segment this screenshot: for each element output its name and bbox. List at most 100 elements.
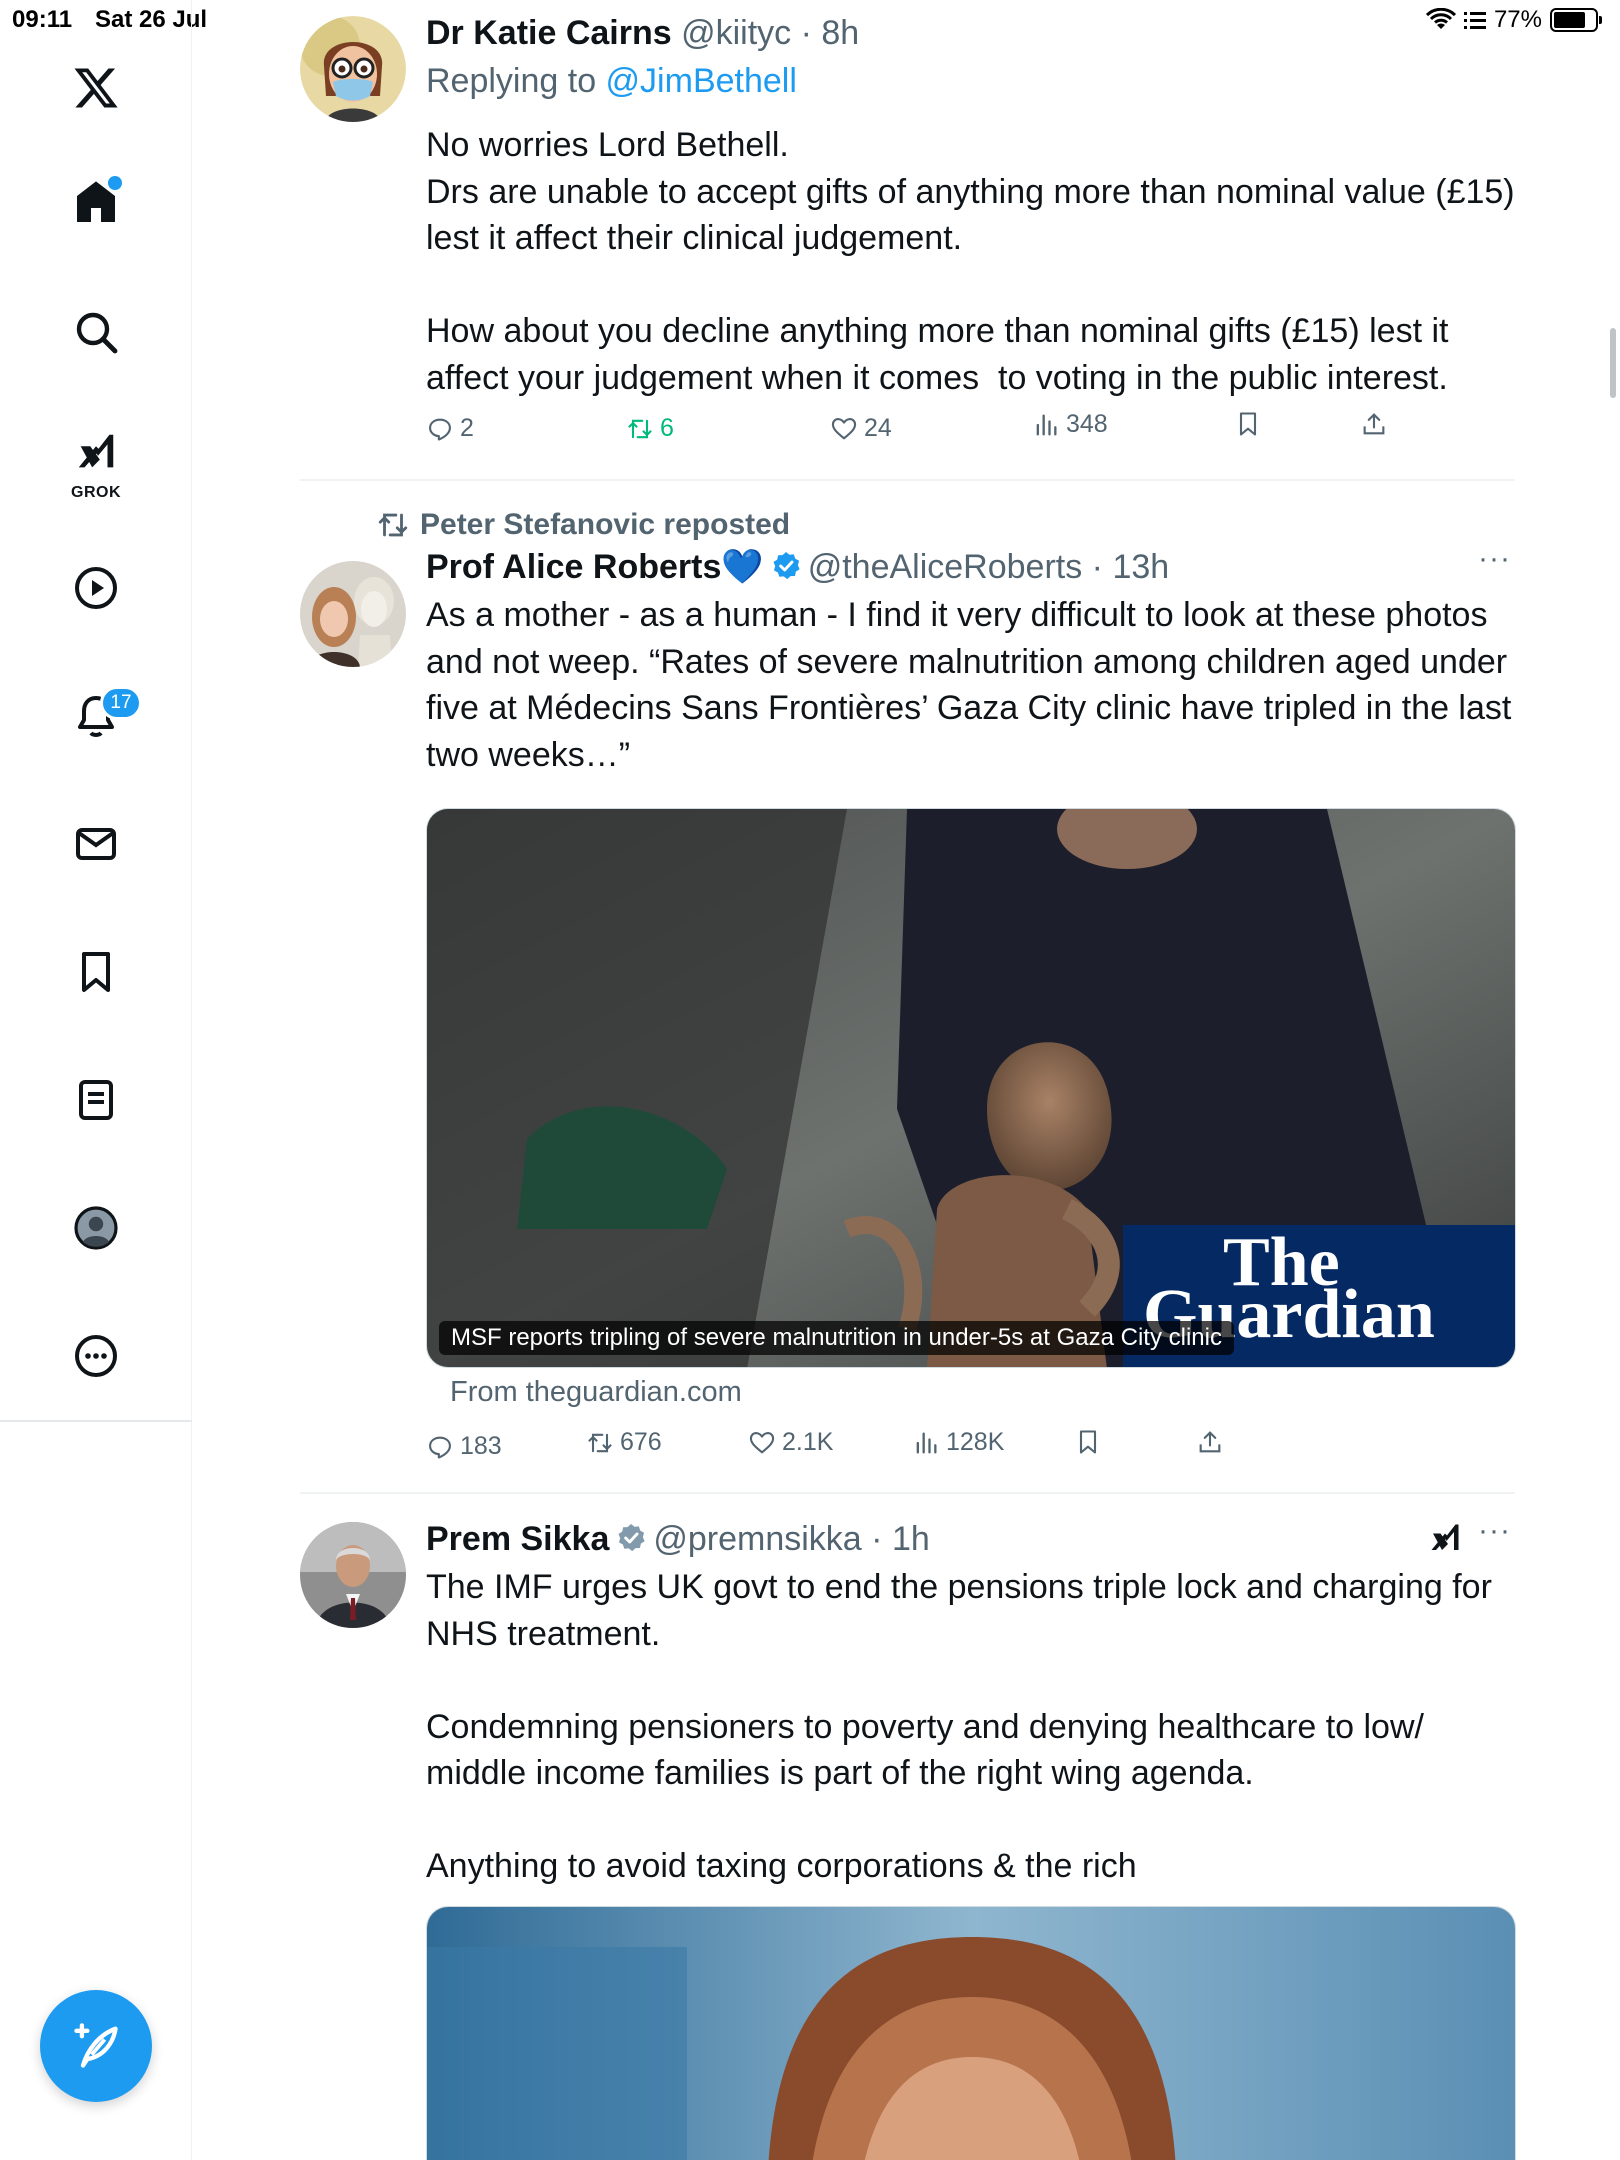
share-icon: [1199, 1431, 1221, 1453]
tweet-header: Prof Alice Roberts💙 @theAliceRoberts · 13…: [426, 548, 1170, 586]
compose-feather-icon: [74, 2023, 118, 2068]
tweet-time[interactable]: 13h: [1112, 548, 1169, 586]
views-icon: [1036, 414, 1057, 435]
retweet-icon: [588, 1433, 612, 1452]
scrollbar[interactable]: [1610, 328, 1616, 398]
share-button[interactable]: [1196, 1428, 1224, 1456]
reply-icon: [429, 418, 451, 441]
grok-icon[interactable]: [1427, 1520, 1463, 1556]
verified-badge-icon: [773, 552, 800, 580]
bookmark-icon: [82, 952, 110, 992]
tweet-time[interactable]: 8h: [821, 14, 859, 52]
sidebar-item-home[interactable]: [60, 166, 132, 238]
tweet-actions: 2 6 24 348: [426, 410, 1515, 454]
sidebar-item-more[interactable]: [60, 1320, 132, 1392]
reposted-by[interactable]: Peter Stefanovic reposted: [376, 508, 790, 542]
more-icon: [75, 1335, 117, 1377]
avatar[interactable]: [300, 16, 406, 122]
author-handle[interactable]: @theAliceRoberts: [808, 548, 1083, 586]
mail-icon: [76, 828, 116, 860]
home-unread-dot: [108, 176, 122, 190]
sidebar-item-profile[interactable]: [60, 1192, 132, 1264]
battery-level: [1554, 12, 1585, 28]
reply-button[interactable]: 2: [426, 414, 474, 443]
sidebar-item-messages[interactable]: [60, 808, 132, 880]
author-name[interactable]: Prof Alice Roberts💙: [426, 548, 764, 586]
sidebar: GROK 17: [0, 0, 192, 2160]
link-card[interactable]: The Guardian MSF reports tripling of sev…: [426, 808, 1516, 1368]
x-logo[interactable]: [60, 52, 132, 124]
memoji-avatar-image: [300, 16, 406, 122]
retweet-button[interactable]: 676: [586, 1428, 662, 1457]
search-icon: [76, 312, 118, 354]
tweet-photo: [427, 1907, 1515, 2160]
sidebar-item-notifications[interactable]: 17: [60, 680, 142, 752]
reply-count: 2: [460, 414, 474, 442]
sidebar-item-bookmarks[interactable]: [60, 936, 132, 1008]
retweet-button[interactable]: 6: [626, 414, 674, 443]
author-handle[interactable]: @premnsikka: [653, 1520, 861, 1558]
tweet-alice-roberts[interactable]: Prof Alice Roberts💙 @theAliceRoberts · 13…: [300, 542, 1516, 1476]
more-options-icon[interactable]: ···: [1478, 1514, 1511, 1548]
like-count: 24: [864, 414, 892, 442]
list-icon: [79, 1080, 113, 1120]
tweet-text: No worries Lord Bethell. Drs are unable …: [426, 126, 1515, 397]
views-icon: [916, 1432, 937, 1453]
avatar[interactable]: [300, 561, 406, 667]
tweet-time[interactable]: 1h: [892, 1520, 930, 1558]
sidebar-item-grok[interactable]: GROK: [60, 420, 132, 501]
reply-button[interactable]: 183: [426, 1432, 502, 1461]
reposted-by-label: Peter Stefanovic reposted: [420, 508, 791, 541]
profile-icon: [74, 1206, 118, 1250]
tweet-body: Dr Katie Cairns @kiityc · 8h Replying to…: [426, 10, 1515, 401]
heart-icon: [749, 1431, 775, 1453]
bookmark-button[interactable]: [1234, 410, 1262, 438]
tweet-body: Prof Alice Roberts💙 @theAliceRoberts · 13…: [426, 544, 1515, 778]
sidebar-item-search[interactable]: [60, 296, 132, 368]
tweet-prem-sikka[interactable]: Prem Sikka @premnsikka · 1h The IMF urges…: [300, 1514, 1516, 2160]
share-icon: [1363, 413, 1385, 435]
author-handle[interactable]: @kiityc: [681, 14, 791, 52]
heart-icon: [831, 417, 857, 439]
views-button[interactable]: 128K: [912, 1428, 1004, 1457]
sidebar-item-videos[interactable]: [60, 552, 132, 624]
verified-badge-icon: [618, 1524, 645, 1552]
tweet-text: As a mother - as a human - I find it ver…: [426, 596, 1521, 774]
like-button[interactable]: 24: [830, 414, 892, 443]
replying-to-link[interactable]: @JimBethell: [606, 62, 797, 100]
compose-button[interactable]: [40, 1990, 152, 2102]
notifications-badge: 17: [100, 686, 142, 720]
like-button[interactable]: 2.1K: [748, 1428, 833, 1457]
tweet-header: Dr Katie Cairns @kiityc · 8h: [426, 14, 860, 52]
avatar[interactable]: [300, 1522, 406, 1628]
tweet-actions: 183 676 2.1K 128K: [426, 1428, 1515, 1472]
grok-icon: [78, 434, 114, 468]
author-name[interactable]: Prem Sikka: [426, 1520, 609, 1558]
card-source[interactable]: From theguardian.com: [450, 1376, 742, 1409]
media-image[interactable]: [426, 1906, 1516, 2160]
tweet-body: Prem Sikka @premnsikka · 1h The IMF urges…: [426, 1516, 1515, 1890]
tweet-katie-cairns[interactable]: Dr Katie Cairns @kiityc · 8h Replying to…: [300, 14, 1515, 456]
more-options-icon[interactable]: ···: [1478, 542, 1511, 576]
bookmark-button[interactable]: [1074, 1428, 1102, 1456]
replying-prefix: Replying to: [426, 62, 606, 100]
retweet-count: 6: [660, 414, 674, 442]
sidebar-item-lists[interactable]: [60, 1064, 132, 1136]
battery-icon: [1550, 8, 1602, 32]
prem-sikka-avatar-image: [300, 1522, 406, 1628]
card-caption: MSF reports tripling of severe malnutrit…: [439, 1321, 1234, 1355]
views-button[interactable]: 348: [1032, 410, 1108, 439]
x-logo-icon: [74, 68, 118, 108]
share-button[interactable]: [1360, 410, 1388, 438]
tweet-header: Prem Sikka @premnsikka · 1h: [426, 1520, 930, 1558]
views-count: 348: [1066, 410, 1108, 438]
bookmark-icon: [1079, 1430, 1097, 1454]
retweet-count: 676: [620, 1428, 662, 1456]
sidebar-divider: [0, 1420, 192, 1422]
tweet-divider: [300, 479, 1515, 481]
tweet-text: The IMF urges UK govt to end the pension…: [426, 1568, 1492, 1885]
author-name[interactable]: Dr Katie Cairns: [426, 14, 672, 52]
play-icon: [75, 567, 117, 609]
grok-label: GROK: [71, 484, 121, 501]
bookmark-icon: [1239, 412, 1257, 436]
